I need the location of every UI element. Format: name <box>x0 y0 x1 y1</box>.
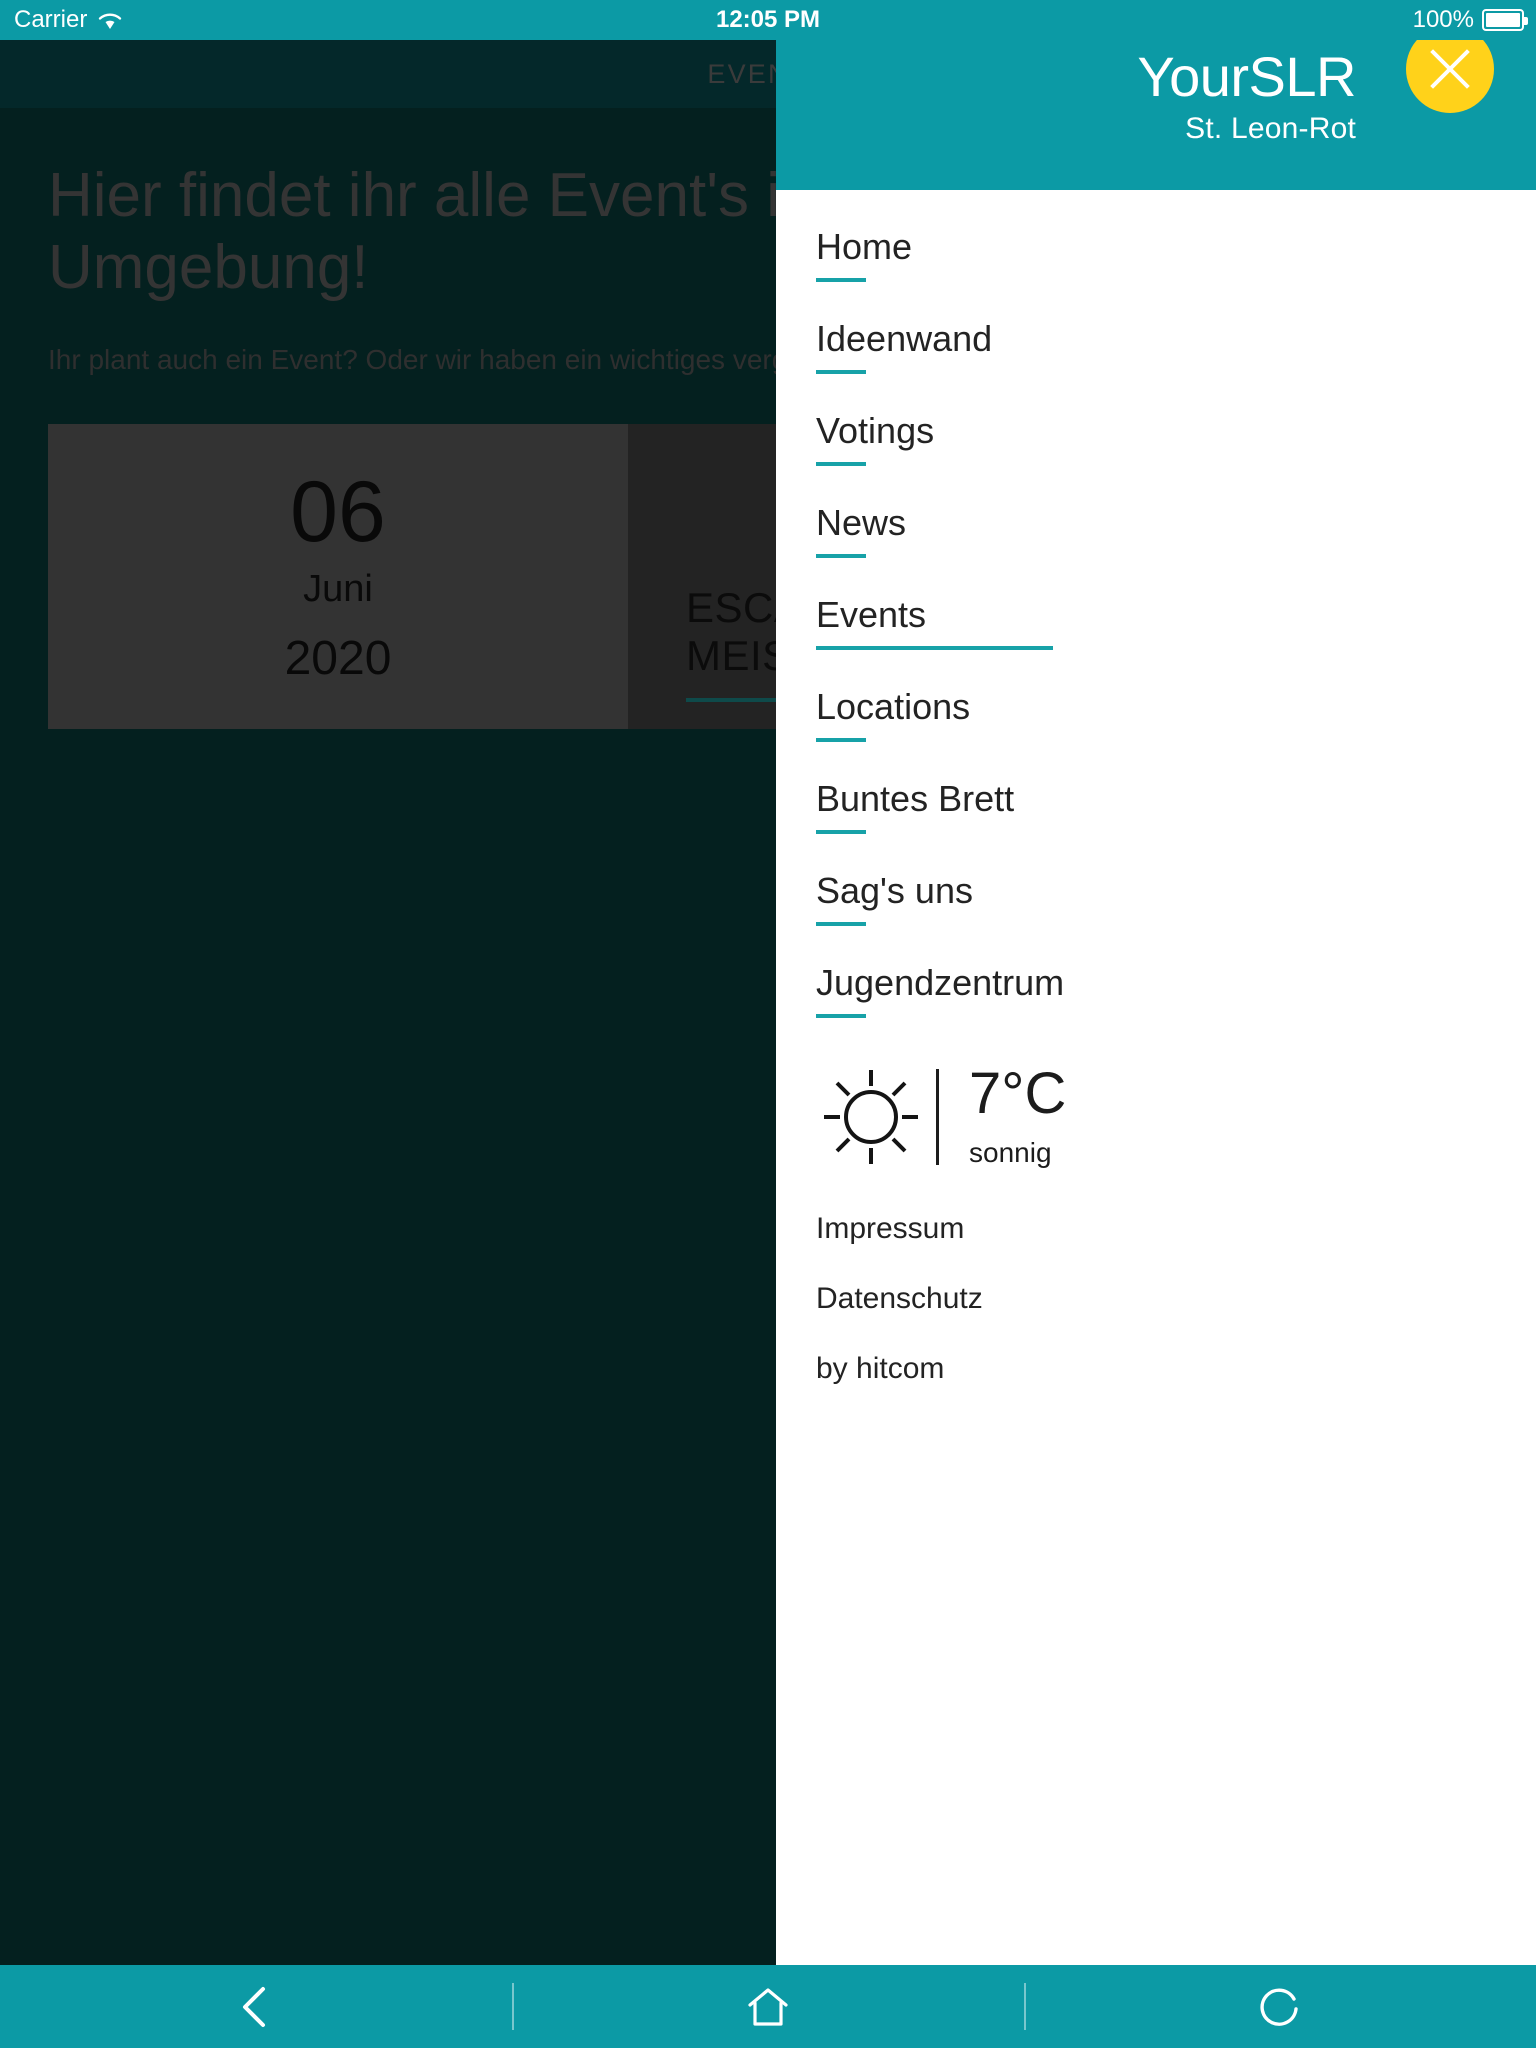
event-year: 2020 <box>284 631 392 685</box>
sidebar-item-label: Votings <box>816 410 935 451</box>
battery-percent-label: 100% <box>1412 6 1474 33</box>
weather-divider <box>936 1069 939 1165</box>
sidebar-item-news[interactable]: News <box>816 488 1436 558</box>
drawer-menu: Home Ideenwand Votings News Events Locat… <box>776 190 1536 1018</box>
app-root: Carrier 12:05 PM 100% EVENTS Hier findet… <box>0 0 1536 2048</box>
footer-link-by-hitcom[interactable]: by hitcom <box>816 1352 1536 1386</box>
sidebar-item-label: Events <box>816 594 927 635</box>
sidebar-item-label: Home <box>816 226 913 267</box>
chevron-left-icon <box>243 1986 265 2027</box>
sidebar-item-underline <box>816 462 866 466</box>
status-bar: Carrier 12:05 PM 100% <box>0 0 1536 40</box>
status-bar-right: 100% <box>1412 6 1528 34</box>
home-icon <box>748 1987 788 2026</box>
sidebar-item-jugendzentrum[interactable]: Jugendzentrum <box>816 948 1436 1018</box>
sidebar-item-home[interactable]: Home <box>816 212 1436 282</box>
sidebar-item-underline <box>816 738 866 742</box>
reload-button[interactable] <box>1024 1965 1536 2048</box>
battery-icon <box>1482 9 1528 31</box>
sidebar-item-buntes-brett[interactable]: Buntes Brett <box>816 764 1436 834</box>
sidebar-item-label: Buntes Brett <box>816 778 1015 819</box>
sidebar-item-events[interactable]: Events <box>816 580 1436 650</box>
sidebar-item-label: Sag's uns <box>816 870 973 911</box>
weather-description: sonnig <box>969 1137 1052 1168</box>
weather-text: 7°C sonnig <box>969 1065 1066 1169</box>
sidebar-item-label: Locations <box>816 686 971 727</box>
event-month: Juni <box>303 567 373 610</box>
sidebar-item-locations[interactable]: Locations <box>816 672 1436 742</box>
back-button[interactable] <box>0 1965 512 2048</box>
brand: YourSLR St. Leon-Rot <box>1137 48 1356 146</box>
footer-link-impressum[interactable]: Impressum <box>816 1212 1536 1246</box>
sun-icon <box>816 1062 926 1172</box>
event-date-block: 06 Juni 2020 <box>48 424 628 729</box>
sidebar-item-ideenwand[interactable]: Ideenwand <box>816 304 1436 374</box>
event-day: 06 <box>290 463 386 560</box>
close-icon <box>1424 43 1476 95</box>
sidebar-item-underline <box>816 554 866 558</box>
sidebar-item-underline <box>816 646 1053 650</box>
sidebar-item-sags-uns[interactable]: Sag's uns <box>816 856 1436 926</box>
sidebar-item-underline <box>816 922 866 926</box>
sidebar-item-underline <box>816 1014 866 1018</box>
status-bar-time: 12:05 PM <box>715 6 821 33</box>
sidebar-item-underline <box>816 830 866 834</box>
bottom-toolbar <box>0 1965 1536 2048</box>
sidebar-item-label: Jugendzentrum <box>816 962 1065 1003</box>
sidebar-item-label: Ideenwand <box>816 318 993 359</box>
brand-subtitle: St. Leon-Rot <box>1185 112 1356 145</box>
weather-temperature: 7°C <box>969 1061 1067 1126</box>
drawer-footer: Impressum Datenschutz by hitcom <box>776 1172 1536 1386</box>
sidebar-item-votings[interactable]: Votings <box>816 396 1436 466</box>
sidebar-item-underline <box>816 278 866 282</box>
navigation-drawer: YourSLR St. Leon-Rot Home Ideenwand Voti… <box>776 0 1536 1965</box>
brand-title: YourSLR <box>1137 45 1356 108</box>
reload-icon <box>1260 1988 1298 2026</box>
home-button[interactable] <box>512 1965 1024 2048</box>
sidebar-item-underline <box>816 370 866 374</box>
sidebar-item-label: News <box>816 502 907 543</box>
weather-widget: 7°C sonnig <box>776 1040 1536 1172</box>
footer-link-datenschutz[interactable]: Datenschutz <box>816 1282 1536 1316</box>
